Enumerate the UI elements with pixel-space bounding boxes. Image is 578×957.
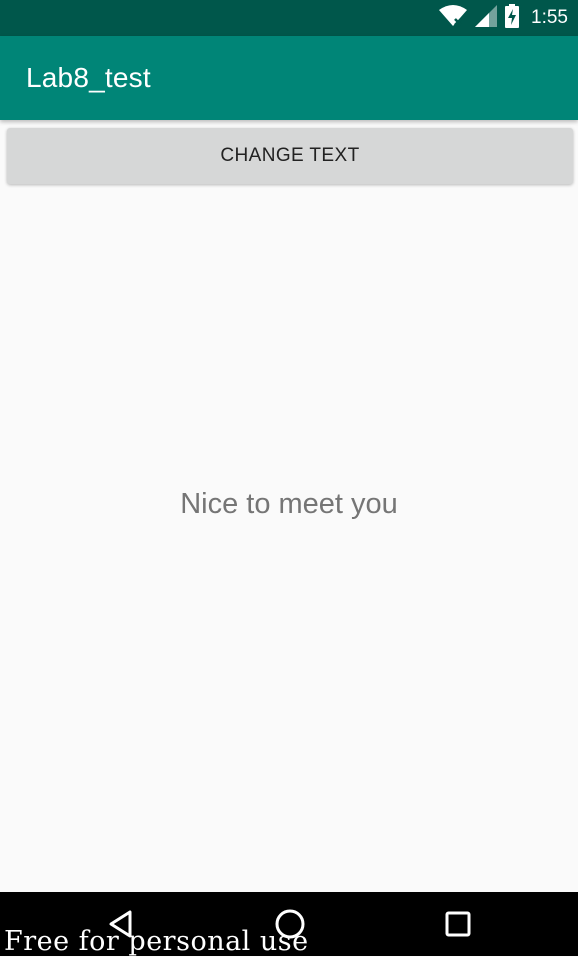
app-bar: Lab8_test — [0, 36, 578, 120]
status-bar: 1:55 — [0, 0, 578, 36]
app-title: Lab8_test — [26, 62, 151, 93]
status-time: 1:55 — [531, 7, 568, 28]
watermark-text: Free for personal use — [4, 926, 309, 957]
change-text-button[interactable]: CHANGE TEXT — [7, 128, 573, 184]
status-icons: 1:55 — [439, 0, 568, 36]
message-text: Nice to meet you — [180, 488, 398, 520]
cell-signal-icon — [475, 4, 498, 32]
recents-icon[interactable] — [436, 902, 480, 946]
battery-charging-icon — [505, 3, 520, 33]
wifi-icon — [439, 4, 468, 32]
